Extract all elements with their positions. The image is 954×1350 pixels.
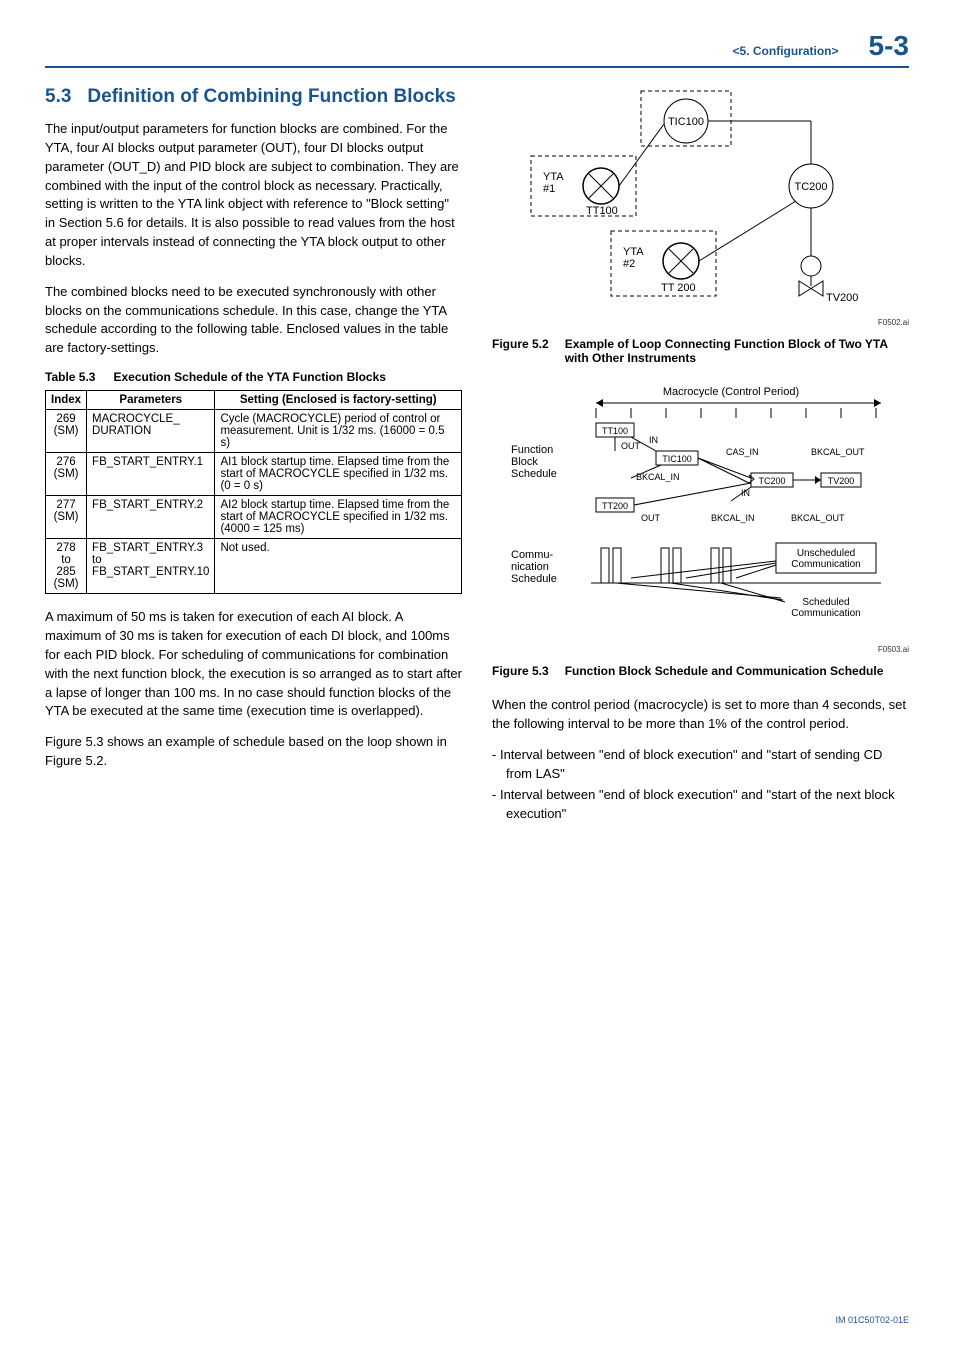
table-row: 277 (SM) FB_START_ENTRY.2 AI2 block star… [46, 496, 462, 539]
tt200-blk: TT200 [601, 501, 627, 511]
figure-ai-ref: F0502.ai [492, 318, 909, 327]
fig-num: Figure 5.3 [492, 664, 549, 678]
figure-5-2: TIC100 TC200 YTA#1 TT100 YTA#2 TT 200 [492, 86, 909, 327]
paragraph: The combined blocks need to be executed … [45, 283, 462, 358]
casin-label: CAS_IN [726, 447, 759, 457]
figure-5-3-caption: Figure 5.3 Function Block Schedule and C… [492, 664, 909, 678]
table-row: 269 (SM) MACROCYCLE_ DURATION Cycle (MAC… [46, 410, 462, 453]
cell-index: 269 (SM) [46, 410, 87, 453]
table-row: 278 to 285 (SM) FB_START_ENTRY.3 to FB_S… [46, 539, 462, 594]
left-column: 5.3 Definition of Combining Function Blo… [45, 86, 462, 827]
tc200-blk: TC200 [758, 476, 785, 486]
cell-setting: Cycle (MACROCYCLE) period of control or … [215, 410, 462, 453]
cell-index: 278 to 285 (SM) [46, 539, 87, 594]
header-page-number: 5-3 [869, 30, 909, 62]
cs-label: Commu-nicationSchedule [511, 549, 557, 585]
section-number: 5.3 [45, 86, 71, 108]
macrocycle-label: Macrocycle (Control Period) [662, 386, 798, 398]
fig-title: Function Block Schedule and Communicatio… [565, 664, 909, 678]
tt100-label: TT100 [586, 205, 618, 217]
yta2-label: YTA#2 [623, 246, 644, 270]
tv200-blk: TV200 [827, 476, 854, 486]
table-header: Index [46, 391, 87, 410]
schedule-diagram: Macrocycle (Control Period) FunctionBloc… [501, 383, 901, 643]
unsched-label: UnscheduledCommunication [791, 548, 860, 570]
section-title-text: Definition of Combining Function Blocks [87, 86, 455, 108]
right-column: TIC100 TC200 YTA#1 TT100 YTA#2 TT 200 [492, 86, 909, 827]
table-caption: Table 5.3 Execution Schedule of the YTA … [45, 370, 462, 384]
tv200-label: TV200 [826, 292, 858, 304]
fig-num: Figure 5.2 [492, 337, 549, 365]
bkcalin2-label: BKCAL_IN [711, 513, 755, 523]
section-heading: 5.3 Definition of Combining Function Blo… [45, 86, 462, 108]
cell-param: MACROCYCLE_ DURATION [87, 410, 215, 453]
paragraph: A maximum of 50 ms is taken for executio… [45, 608, 462, 721]
tic100-label: TIC100 [667, 116, 703, 128]
out2-label: OUT [641, 513, 661, 523]
schedule-table: Index Parameters Setting (Enclosed is fa… [45, 390, 462, 594]
list-item: Interval between "end of block execution… [506, 786, 909, 824]
paragraph: The input/output parameters for function… [45, 120, 462, 271]
table-caption-title: Execution Schedule of the YTA Function B… [113, 370, 462, 384]
cell-index: 277 (SM) [46, 496, 87, 539]
figure-5-3: Macrocycle (Control Period) FunctionBloc… [492, 383, 909, 654]
table-row: 276 (SM) FB_START_ENTRY.1 AI1 block star… [46, 453, 462, 496]
sched-label: ScheduledCommunication [791, 597, 860, 619]
content-columns: 5.3 Definition of Combining Function Blo… [45, 86, 909, 827]
cell-index: 276 (SM) [46, 453, 87, 496]
table-caption-num: Table 5.3 [45, 370, 95, 384]
fbs-label: FunctionBlockSchedule [511, 444, 557, 480]
cell-setting: Not used. [215, 539, 462, 594]
bkcalout2-label: BKCAL_OUT [791, 513, 845, 523]
table-header: Setting (Enclosed is factory-setting) [215, 391, 462, 410]
bullet-list: Interval between "end of block execution… [492, 746, 909, 824]
yta1-label: YTA#1 [543, 171, 564, 195]
cell-setting: AI2 block startup time. Elapsed time fro… [215, 496, 462, 539]
out1-label: OUT [621, 441, 641, 451]
paragraph: When the control period (macrocycle) is … [492, 696, 909, 734]
figure-5-2-caption: Figure 5.2 Example of Loop Connecting Fu… [492, 337, 909, 365]
fig-title: Example of Loop Connecting Function Bloc… [565, 337, 909, 365]
tic100-blk: TIC100 [662, 454, 692, 464]
loop-diagram: TIC100 TC200 YTA#1 TT100 YTA#2 TT 200 [511, 86, 891, 316]
cell-param: FB_START_ENTRY.3 to FB_START_ENTRY.10 [87, 539, 215, 594]
page-header: <5. Configuration> 5-3 [45, 30, 909, 68]
cell-param: FB_START_ENTRY.2 [87, 496, 215, 539]
tc200-label: TC200 [794, 181, 827, 193]
cell-setting: AI1 block startup time. Elapsed time fro… [215, 453, 462, 496]
tt200-label: TT 200 [661, 282, 696, 294]
footer-doc-id: IM 01C50T02-01E [835, 1315, 909, 1325]
bkcalout1-label: BKCAL_OUT [811, 447, 865, 457]
table-header: Parameters [87, 391, 215, 410]
figure-ai-ref: F0503.ai [492, 645, 909, 654]
paragraph: Figure 5.3 shows an example of schedule … [45, 733, 462, 771]
cell-param: FB_START_ENTRY.1 [87, 453, 215, 496]
list-item: Interval between "end of block execution… [506, 746, 909, 784]
header-section-label: <5. Configuration> [733, 44, 839, 58]
in1-label: IN [649, 435, 658, 445]
tt100-blk: TT100 [601, 426, 627, 436]
